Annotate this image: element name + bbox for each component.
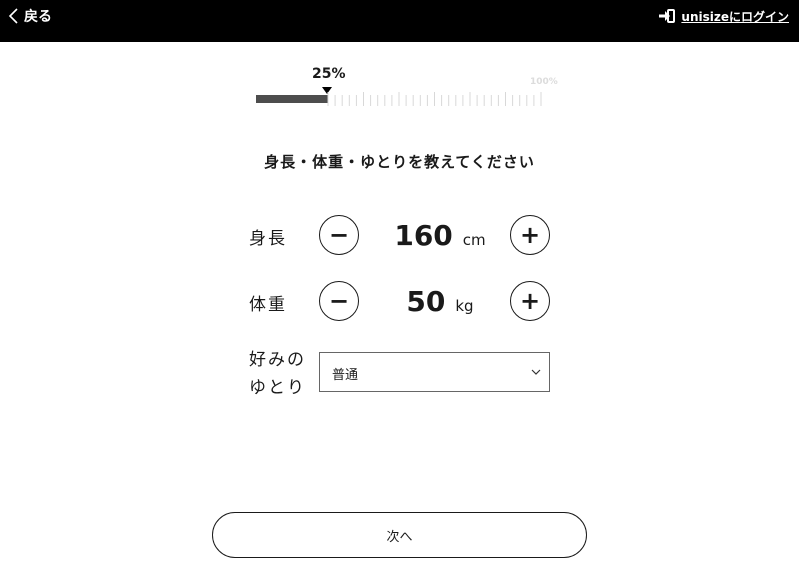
progress-percent: 25% [312,66,346,82]
weight-value: 50 [406,285,446,318]
height-value-display: 160 cm [375,219,505,252]
plus-icon: + [519,287,541,315]
next-label: 次へ [386,529,413,545]
question-heading: 身長・体重・ゆとりを教えてください [264,153,535,171]
fit-selected-value: 普通 [332,368,359,383]
height-label: 身長 [249,229,287,249]
weight-increase-button[interactable]: + [510,281,550,321]
login-label: unisizeにログイン [681,9,789,24]
height-decrease-button[interactable]: − [319,215,359,255]
weight-decrease-button[interactable]: − [319,281,359,321]
fit-label-line2: ゆとり [249,378,306,398]
weight-value-display: 50 kg [375,285,505,318]
height-increase-button[interactable]: + [510,215,550,255]
weight-label: 体重 [249,295,287,315]
back-button[interactable]: 戻る [8,0,52,32]
header-bar: 戻る unisizeにログイン [0,0,799,42]
fit-preference-select[interactable]: 普通 [319,352,550,392]
back-label: 戻る [24,9,52,25]
progress-ticks [327,92,542,106]
login-link[interactable]: unisizeにログイン [659,0,789,32]
minus-icon: − [328,287,350,315]
progress-bar [256,92,542,106]
next-button[interactable]: 次へ [212,512,587,558]
progress-max-label: 100% [530,77,558,87]
weight-unit: kg [455,297,474,315]
chevron-left-icon [8,8,18,24]
minus-icon: − [328,221,350,249]
chevron-down-icon [531,369,541,375]
sign-in-icon [659,9,676,23]
fit-label-line1: 好みの [249,350,306,370]
height-value: 160 [394,219,453,252]
height-unit: cm [462,231,486,249]
fit-preference-label: 好みの ゆとり [249,346,306,402]
plus-icon: + [519,221,541,249]
